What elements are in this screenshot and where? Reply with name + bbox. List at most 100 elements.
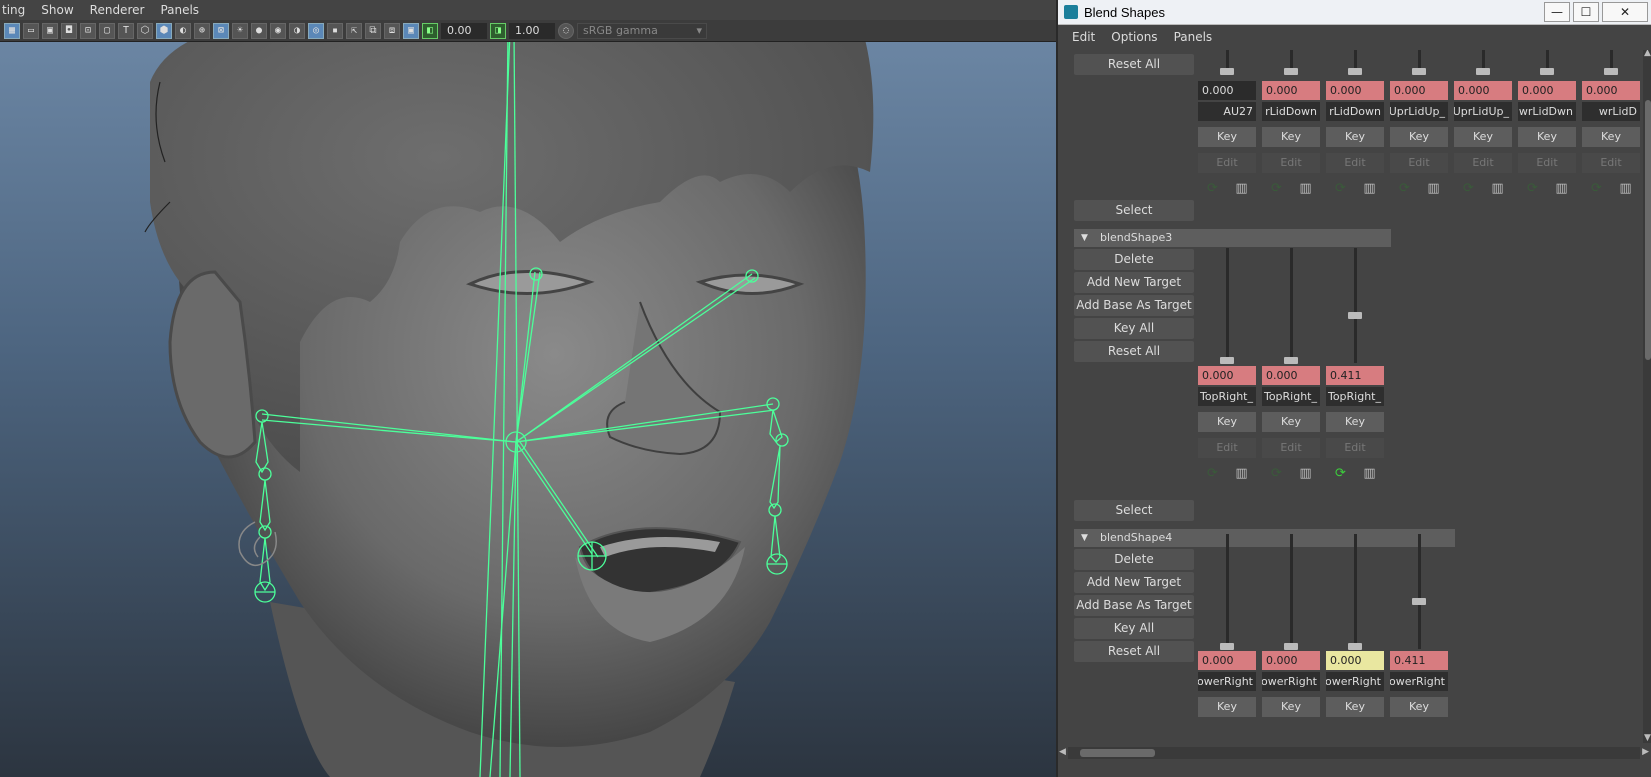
select-button[interactable]: Select	[1074, 200, 1194, 221]
edit-button[interactable]: Edit	[1262, 153, 1320, 173]
add-new-target-button[interactable]: Add New Target	[1074, 572, 1194, 593]
gate-mask-icon[interactable]: ◘	[61, 22, 77, 39]
exposure-field[interactable]: 0.00	[441, 22, 487, 39]
slider-track[interactable]	[1290, 534, 1293, 649]
xray-joints-icon[interactable]: ⧉	[365, 22, 381, 39]
key-button[interactable]: Key	[1454, 127, 1512, 147]
target-name-field[interactable]: owerRight	[1262, 672, 1320, 691]
menu-panels[interactable]: Panels	[1174, 30, 1213, 44]
slider-track[interactable]	[1418, 534, 1421, 649]
vertical-scrollbar[interactable]: ▲ ▼	[1643, 50, 1651, 743]
smooth-shade-icon[interactable]: ⬢	[156, 22, 172, 39]
slider-thumb[interactable]	[1348, 643, 1362, 650]
trash-icon[interactable]: ▥	[1355, 179, 1384, 197]
antialias-icon[interactable]: ◎	[308, 22, 324, 39]
texture-icon[interactable]: ⊕	[194, 22, 210, 39]
edit-button[interactable]: Edit	[1582, 153, 1640, 173]
key-button[interactable]: Key	[1262, 697, 1320, 717]
trash-icon[interactable]: ▥	[1291, 179, 1320, 197]
slider-thumb[interactable]	[1348, 68, 1362, 75]
color-management-icon[interactable]: ◌	[558, 22, 574, 39]
slider-thumb[interactable]	[1220, 357, 1234, 364]
menu-show[interactable]: Show	[41, 3, 73, 17]
scrollbar-thumb[interactable]	[1080, 749, 1155, 757]
slider-thumb[interactable]	[1284, 643, 1298, 650]
trash-icon[interactable]: ▥	[1227, 464, 1256, 482]
key-button[interactable]: Key	[1326, 412, 1384, 432]
sync-icon[interactable]: ⟳	[1198, 464, 1227, 482]
target-name-field[interactable]: _UprLidUp	[1390, 102, 1448, 121]
scroll-right-icon[interactable]: ▶	[1642, 747, 1649, 757]
slider-thumb[interactable]	[1604, 68, 1618, 75]
minimize-button[interactable]: —	[1544, 2, 1570, 22]
sync-icon[interactable]: ⟳	[1454, 179, 1483, 197]
slider-track[interactable]	[1354, 534, 1357, 649]
key-button[interactable]: Key	[1262, 127, 1320, 147]
window-titlebar[interactable]: Blend Shapes — ☐ ✕	[1058, 0, 1651, 25]
sync-icon[interactable]: ⟳	[1262, 179, 1291, 197]
resolution-gate-icon[interactable]: ▣	[42, 22, 58, 39]
motion-blur-icon[interactable]: ◑	[289, 22, 305, 39]
weight-field[interactable]: 0.000	[1198, 81, 1256, 100]
edit-button[interactable]: Edit	[1518, 153, 1576, 173]
slider-track[interactable]	[1226, 248, 1229, 363]
field-chart-icon[interactable]: ⊡	[80, 22, 96, 39]
target-name-field[interactable]: AU27	[1198, 102, 1256, 121]
slider-thumb[interactable]	[1540, 68, 1554, 75]
slider-thumb[interactable]	[1412, 68, 1426, 75]
reset-all-button[interactable]: Reset All	[1074, 641, 1194, 662]
close-button[interactable]: ✕	[1602, 2, 1648, 22]
slider-thumb[interactable]	[1284, 357, 1298, 364]
xray-icon[interactable]: ◐	[175, 22, 191, 39]
slider-thumb[interactable]	[1220, 68, 1234, 75]
scroll-left-icon[interactable]: ◀	[1059, 747, 1066, 757]
sync-icon[interactable]: ⟳	[1326, 179, 1355, 197]
key-button[interactable]: Key	[1198, 127, 1256, 147]
trash-icon[interactable]: ▥	[1483, 179, 1512, 197]
blendshape4-header[interactable]: ▼ blendShape4	[1074, 529, 1455, 547]
slider-track[interactable]	[1290, 248, 1293, 363]
menu-edit[interactable]: Edit	[1072, 30, 1095, 44]
slider-track[interactable]	[1226, 534, 1229, 649]
add-base-as-target-button[interactable]: Add Base As Target	[1074, 295, 1194, 316]
weight-field[interactable]: 0.000	[1262, 651, 1320, 670]
safe-action-icon[interactable]: ▢	[99, 22, 115, 39]
lights-icon[interactable]: ☀	[232, 22, 248, 39]
key-button[interactable]: Key	[1198, 697, 1256, 717]
key-button[interactable]: Key	[1390, 127, 1448, 147]
exposure-icon[interactable]: ◧	[422, 22, 438, 39]
weight-field[interactable]: 0.000	[1262, 366, 1320, 385]
slider-thumb[interactable]	[1284, 68, 1298, 75]
sync-icon[interactable]: ⟳	[1262, 464, 1291, 482]
checker-icon[interactable]: ⊠	[213, 22, 229, 39]
trash-icon[interactable]: ▥	[1547, 179, 1576, 197]
reset-all-button[interactable]: Reset All	[1074, 54, 1194, 75]
select-button[interactable]: Select	[1074, 500, 1194, 521]
delete-button[interactable]: Delete	[1074, 549, 1194, 570]
delete-button[interactable]: Delete	[1074, 249, 1194, 270]
slider-thumb[interactable]	[1348, 312, 1362, 320]
add-base-as-target-button[interactable]: Add Base As Target	[1074, 595, 1194, 616]
edit-button[interactable]: Edit	[1198, 438, 1256, 458]
sync-icon[interactable]: ⟳	[1198, 179, 1227, 197]
reset-all-button[interactable]: Reset All	[1074, 341, 1194, 362]
slider-thumb[interactable]	[1220, 643, 1234, 650]
key-button[interactable]: Key	[1262, 412, 1320, 432]
ambient-occlusion-icon[interactable]: ◉	[270, 22, 286, 39]
wireframe-icon[interactable]: ⬡	[137, 22, 153, 39]
safe-title-icon[interactable]: T	[118, 22, 134, 39]
slider-thumb[interactable]	[1412, 598, 1426, 606]
weight-field[interactable]: 0.411	[1390, 651, 1448, 670]
maximize-button[interactable]: ☐	[1573, 2, 1599, 22]
key-button[interactable]: Key	[1582, 127, 1640, 147]
target-name-field[interactable]: wrLidD	[1582, 102, 1640, 121]
sync-icon[interactable]: ⟳	[1518, 179, 1547, 197]
weight-field[interactable]: 0.000	[1198, 651, 1256, 670]
trash-icon[interactable]: ▥	[1419, 179, 1448, 197]
weight-field[interactable]: 0.000	[1390, 81, 1448, 100]
scrollbar-thumb[interactable]	[1645, 100, 1651, 360]
key-button[interactable]: Key	[1390, 697, 1448, 717]
weight-field[interactable]: 0.000	[1454, 81, 1512, 100]
target-name-field[interactable]: _TopRight	[1198, 387, 1256, 406]
edit-button[interactable]: Edit	[1262, 438, 1320, 458]
